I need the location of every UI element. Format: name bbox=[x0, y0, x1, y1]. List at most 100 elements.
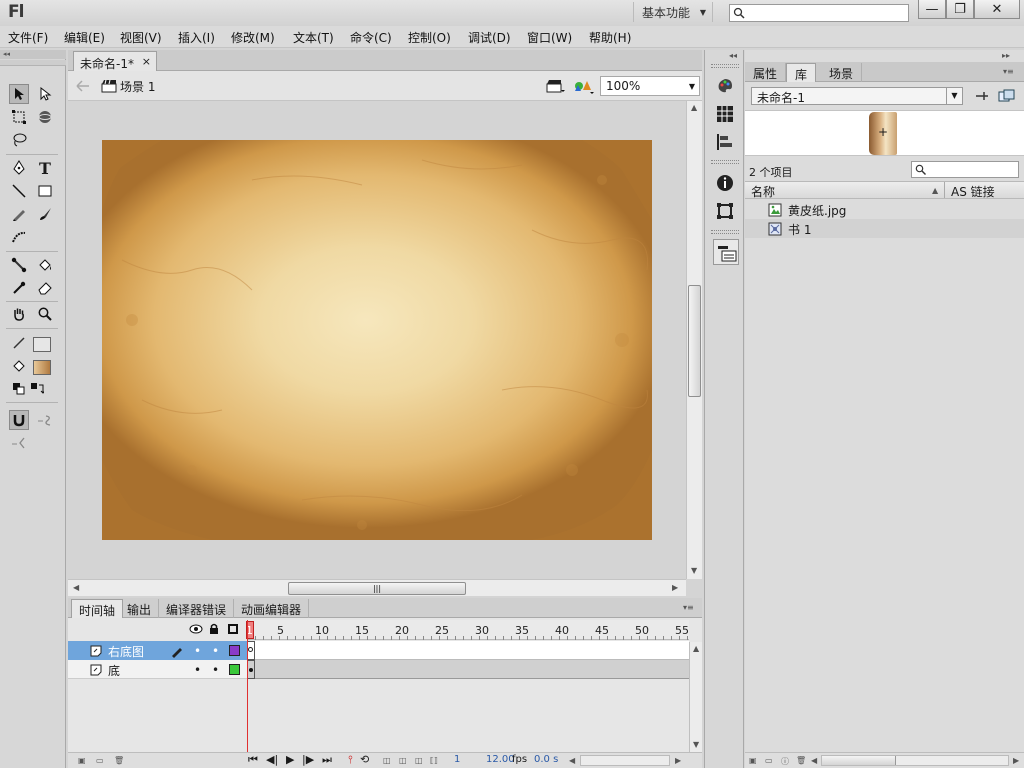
stage-vertical-scrollbar[interactable]: ▲ ▼ bbox=[686, 101, 702, 579]
color-palette-icon[interactable] bbox=[716, 77, 734, 95]
tab-compiler-errors[interactable]: 编译器错误 bbox=[159, 599, 235, 618]
scroll-right-icon[interactable]: ▶ bbox=[672, 583, 678, 592]
edit-multiple-frames-icon[interactable]: ◫ bbox=[415, 756, 423, 765]
collapse-arrows-icon[interactable]: ◂◂ bbox=[0, 50, 66, 59]
zoom-select[interactable]: 100% ▼ bbox=[600, 76, 700, 96]
layer-name[interactable]: 底 bbox=[108, 662, 120, 679]
scroll-left-icon[interactable]: ◀ bbox=[73, 583, 79, 592]
sort-ascending-icon[interactable]: ▲ bbox=[932, 186, 938, 195]
hand-tool[interactable] bbox=[9, 304, 29, 324]
tools-drag-strip[interactable] bbox=[0, 60, 66, 66]
back-arrow-icon[interactable] bbox=[76, 80, 90, 92]
new-library-panel-icon[interactable] bbox=[998, 89, 1016, 103]
last-frame-icon[interactable]: ⏭ bbox=[322, 753, 332, 767]
menu-view[interactable]: 视图(V) bbox=[120, 29, 162, 46]
scroll-down-icon[interactable]: ▼ bbox=[691, 566, 697, 575]
paint-bucket-tool[interactable] bbox=[35, 255, 55, 275]
default-colors-button[interactable] bbox=[9, 379, 29, 399]
free-transform-tool[interactable] bbox=[9, 107, 29, 127]
menu-control[interactable]: 控制(O) bbox=[408, 29, 451, 46]
visibility-dot[interactable]: • bbox=[194, 663, 201, 677]
pin-library-icon[interactable] bbox=[974, 89, 990, 103]
layer-name[interactable]: 右底图 bbox=[108, 643, 144, 660]
stage-parchment-image[interactable] bbox=[102, 140, 652, 540]
menu-text[interactable]: 文本(T) bbox=[293, 29, 334, 46]
menu-window[interactable]: 窗口(W) bbox=[527, 29, 572, 46]
layer-frames[interactable] bbox=[247, 641, 689, 660]
next-frame-icon[interactable]: |▶ bbox=[302, 753, 314, 766]
swatches-icon[interactable] bbox=[716, 105, 734, 123]
panel-grip[interactable] bbox=[711, 160, 739, 164]
panel-grip[interactable] bbox=[711, 230, 739, 234]
new-layer-icon[interactable]: ▣ bbox=[78, 756, 86, 765]
lock-icon[interactable] bbox=[209, 623, 219, 635]
fill-color-swatch[interactable] bbox=[33, 360, 51, 375]
new-symbol-icon[interactable]: ▣ bbox=[749, 756, 757, 765]
menu-modify[interactable]: 修改(M) bbox=[231, 29, 275, 46]
menu-edit[interactable]: 编辑(E) bbox=[64, 29, 105, 46]
straighten-button[interactable] bbox=[9, 433, 29, 453]
properties-icon[interactable]: ⓘ bbox=[781, 756, 789, 767]
menu-file[interactable]: 文件(F) bbox=[8, 29, 48, 46]
scroll-down-icon[interactable]: ▼ bbox=[693, 740, 699, 749]
timeline-layer[interactable]: 底 • • bbox=[68, 660, 689, 679]
menu-help[interactable]: 帮助(H) bbox=[589, 29, 631, 46]
scroll-up-icon[interactable]: ▲ bbox=[693, 644, 699, 653]
visibility-dot[interactable]: • bbox=[194, 644, 201, 658]
scroll-left-icon[interactable]: ◀ bbox=[569, 756, 575, 765]
fps-value[interactable]: 12.00 bbox=[486, 754, 515, 765]
lock-dot[interactable]: • bbox=[212, 644, 219, 658]
tab-timeline[interactable]: 时间轴 bbox=[71, 599, 124, 618]
rectangle-tool[interactable] bbox=[35, 181, 55, 201]
layer-frames[interactable] bbox=[247, 660, 689, 679]
snap-to-objects-button[interactable] bbox=[9, 410, 29, 430]
timeline-ruler[interactable]: 1 5 10 15 20 25 30 35 40 45 50 55 bbox=[246, 620, 689, 640]
text-tool[interactable]: T bbox=[35, 158, 55, 178]
transform-icon[interactable] bbox=[716, 202, 734, 220]
eyedropper-tool[interactable] bbox=[9, 278, 29, 298]
library-document-select[interactable]: 未命名-1 ▼ bbox=[751, 87, 963, 105]
tab-motion-editor[interactable]: 动画编辑器 bbox=[234, 599, 310, 618]
timeline-horizontal-scrollbar[interactable] bbox=[580, 755, 670, 766]
scroll-right-icon[interactable]: ▶ bbox=[1013, 756, 1019, 765]
tab-output[interactable]: 输出 bbox=[120, 599, 160, 618]
scroll-up-icon[interactable]: ▲ bbox=[691, 103, 697, 112]
edit-symbols-icon[interactable] bbox=[572, 77, 594, 95]
tab-properties[interactable]: 属性 bbox=[745, 63, 787, 82]
brush-tool[interactable] bbox=[35, 204, 55, 224]
library-item[interactable]: 黄皮纸.jpg bbox=[745, 200, 1024, 219]
outline-icon[interactable] bbox=[228, 624, 238, 634]
vertical-scroll-thumb[interactable] bbox=[688, 285, 701, 397]
pen-tool[interactable] bbox=[9, 158, 29, 178]
scroll-left-icon[interactable]: ◀ bbox=[811, 756, 817, 765]
selection-tool[interactable] bbox=[9, 84, 29, 104]
lasso-tool[interactable] bbox=[9, 130, 29, 150]
new-folder-icon[interactable]: ▭ bbox=[765, 756, 773, 765]
pasteboard[interactable] bbox=[68, 101, 686, 579]
center-frame-icon[interactable]: ⫯ bbox=[348, 753, 353, 767]
onion-skin-icon[interactable]: ◫ bbox=[383, 756, 391, 765]
tab-library[interactable]: 库 bbox=[786, 63, 817, 82]
info-icon[interactable] bbox=[716, 174, 734, 192]
column-name[interactable]: 名称 bbox=[751, 183, 775, 200]
column-linkage[interactable]: AS 链接 bbox=[951, 183, 995, 200]
timeline-vertical-scrollbar[interactable]: ▲ ▼ bbox=[689, 642, 702, 752]
stage-horizontal-scrollbar[interactable]: ◀ ||| ▶ bbox=[68, 579, 686, 596]
close-tab-icon[interactable]: × bbox=[142, 55, 151, 68]
lock-dot[interactable]: • bbox=[212, 663, 219, 677]
onion-outline-icon[interactable]: ◫ bbox=[399, 756, 407, 765]
smooth-button[interactable] bbox=[35, 410, 55, 430]
modify-markers-icon[interactable]: ⟦⟧ bbox=[430, 756, 438, 765]
stroke-color-swatch[interactable] bbox=[33, 337, 51, 352]
panel-grip[interactable] bbox=[711, 64, 739, 68]
tab-scene[interactable]: 场景 bbox=[821, 63, 863, 82]
new-folder-icon[interactable]: ▭ bbox=[96, 756, 104, 765]
minimize-button[interactable]: — bbox=[918, 0, 946, 19]
workspace-switcher[interactable]: 基本功能 ▼ bbox=[633, 2, 713, 22]
pencil-tool[interactable] bbox=[9, 204, 29, 224]
close-button[interactable]: ✕ bbox=[974, 0, 1020, 19]
delete-icon[interactable]: 🗑 bbox=[796, 756, 806, 765]
play-icon[interactable]: ▶ bbox=[286, 753, 294, 766]
edit-scene-icon[interactable] bbox=[545, 78, 565, 94]
scroll-thumb[interactable] bbox=[822, 756, 896, 765]
